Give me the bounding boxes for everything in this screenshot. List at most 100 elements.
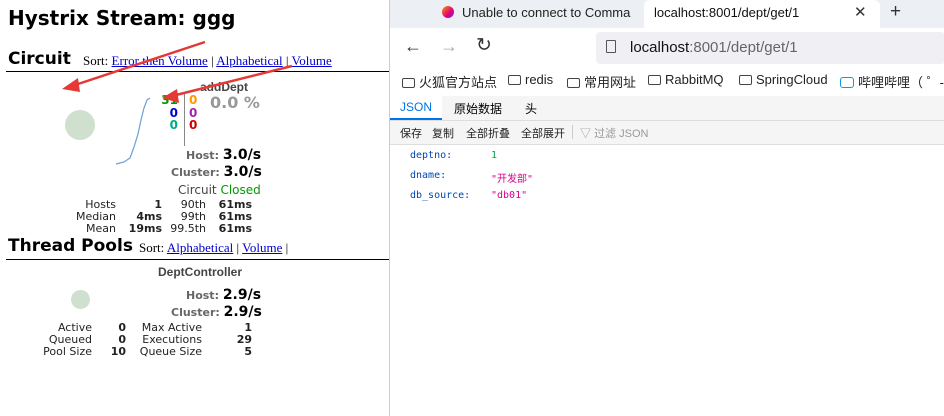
- tab-json[interactable]: JSON: [400, 100, 432, 114]
- cluster-rate: 2.9/s: [223, 304, 262, 320]
- p995-value: 61ms: [218, 222, 252, 235]
- json-key: dname:: [410, 170, 447, 181]
- mean-value: 19ms: [128, 222, 162, 235]
- bookmark-springcloud[interactable]: SpringCloud: [739, 72, 828, 87]
- bookmark-label: SpringCloud: [756, 72, 828, 87]
- url-path: :8001/dept/get/1: [689, 39, 798, 56]
- stat-labels-2: 90th 99th 99.5th: [168, 199, 206, 235]
- tab-localhost[interactable]: localhost:8001/dept/get/1 ✕: [644, 0, 880, 28]
- count-failure: 0: [189, 118, 198, 132]
- browser-window: Unable to connect to Comma localhost:800…: [389, 0, 944, 416]
- arrow-line-2: [171, 64, 293, 98]
- threadpool-sort-bar: Sort: Alphabetical | Volume |: [139, 240, 288, 256]
- tp-sort-volume-link[interactable]: Volume: [242, 240, 282, 255]
- bookmark-redis[interactable]: redis: [508, 72, 553, 87]
- plus-icon[interactable]: +: [890, 1, 901, 23]
- circuit-cluster-rate: Cluster: 3.0/s: [171, 164, 262, 180]
- host-rate: 3.0/s: [222, 147, 262, 163]
- forward-icon[interactable]: →: [440, 36, 458, 57]
- circuit-status-value: Closed: [220, 183, 261, 197]
- cluster-label: Cluster:: [171, 166, 220, 179]
- bookmark-bilibili[interactable]: 哔哩哔哩（ ゜-: [840, 72, 944, 91]
- collapse-all-button[interactable]: 全部折叠: [466, 125, 510, 141]
- toolbar-divider: [572, 125, 573, 139]
- circuit-status: Circuit Closed: [178, 183, 261, 197]
- cluster-label: Cluster:: [171, 306, 220, 319]
- tp-values-1: 0 0 10: [104, 322, 126, 358]
- json-toolbar: 保存 复制 全部折叠 全部展开 ▽ 过滤 JSON: [390, 121, 944, 145]
- count-short-circuited: 0: [169, 118, 178, 132]
- url-host: localhost: [630, 39, 690, 56]
- circuit-host-rate: Host: 3.0/s: [186, 147, 261, 163]
- folder-icon: [567, 78, 580, 88]
- poolsize-value: 10: [110, 345, 126, 358]
- json-row: deptno:: [410, 150, 452, 161]
- queuesize-value: 5: [244, 345, 252, 358]
- bookmark-common[interactable]: 常用网址: [567, 72, 636, 91]
- bookmark-firefox[interactable]: 火狐官方站点: [402, 72, 497, 91]
- expand-all-button[interactable]: 全部展开: [521, 125, 565, 141]
- reload-icon[interactable]: ↻: [476, 34, 492, 57]
- tp-values-2: 1 29 5: [222, 322, 252, 358]
- bilibili-icon: [840, 77, 854, 88]
- circuit-status-label: Circuit: [178, 183, 217, 197]
- stat-labels-1: Hosts Median Mean: [74, 199, 116, 235]
- folder-icon: [508, 75, 521, 85]
- folder-icon: [648, 75, 661, 85]
- queuesize-label: Queue Size: [139, 345, 202, 358]
- nav-bar: ← → ↻ localhost:8001/dept/get/1: [390, 28, 944, 68]
- p995-label: 99.5th: [170, 222, 206, 235]
- json-value: 1: [491, 150, 498, 161]
- host-label: Host:: [186, 149, 219, 162]
- json-value: "开发部": [491, 174, 534, 185]
- tp-host-rate: Host: 2.9/s: [186, 287, 261, 303]
- bookmark-label: redis: [525, 72, 554, 87]
- separator: |: [236, 240, 240, 255]
- tab-bar: Unable to connect to Comma localhost:800…: [390, 0, 944, 28]
- json-viewer-tabs: JSON 原始数据 头: [390, 96, 944, 121]
- tp-labels-2: Max Active Executions Queue Size: [134, 322, 202, 358]
- bookmark-label: RabbitMQ: [665, 72, 724, 87]
- firefox-icon: [442, 6, 454, 18]
- bookmark-rabbitmq[interactable]: RabbitMQ: [648, 72, 724, 87]
- arrow-head-1: [62, 78, 80, 92]
- bookmark-label: 常用网址: [584, 75, 637, 90]
- tab-title: Unable to connect to Comma: [462, 5, 631, 20]
- annotation-arrows: [62, 40, 293, 103]
- bookmark-label: 火狐官方站点: [419, 75, 498, 90]
- json-key: db_source:: [410, 190, 471, 201]
- hystrix-dashboard: Hystrix Stream: ggg Circuit Sort: Error …: [0, 0, 389, 416]
- cluster-rate: 3.0/s: [223, 164, 262, 180]
- json-row: dname:: [410, 170, 446, 181]
- bookmark-label: 哔哩哔哩（ ゜-: [858, 75, 944, 90]
- json-row: db_source:: [410, 190, 470, 201]
- url-text: localhost:8001/dept/get/1: [630, 39, 798, 56]
- separator: |: [285, 240, 289, 255]
- threadpool-divider: [6, 259, 389, 260]
- host-label: Host:: [186, 289, 219, 302]
- back-icon[interactable]: ←: [404, 36, 422, 57]
- bookmarks-bar: 火狐官方站点 redis 常用网址 RabbitMQ SpringCloud 哔…: [390, 68, 944, 95]
- arrow-line-1: [71, 40, 206, 88]
- filter-json-input[interactable]: ▽ 过滤 JSON: [580, 125, 648, 141]
- json-value: "db01": [491, 190, 528, 201]
- tp-labels-1: Active Queued Pool Size: [40, 322, 92, 358]
- tab-headers[interactable]: 头: [525, 100, 537, 117]
- poolsize-label: Pool Size: [43, 345, 92, 358]
- stat-values-2: 61ms 61ms 61ms: [212, 199, 252, 235]
- tab-unable-to-connect[interactable]: Unable to connect to Comma: [390, 0, 642, 28]
- sort-label: Sort:: [139, 240, 165, 255]
- mean-label: Mean: [86, 222, 116, 235]
- host-rate: 2.9/s: [222, 287, 262, 303]
- tab-raw-data[interactable]: 原始数据: [454, 100, 502, 117]
- url-bar[interactable]: localhost:8001/dept/get/1: [596, 32, 944, 64]
- save-button[interactable]: 保存: [400, 125, 422, 141]
- tp-cluster-rate: Cluster: 2.9/s: [171, 304, 262, 320]
- close-icon[interactable]: ✕: [854, 3, 867, 21]
- json-key: deptno:: [410, 150, 453, 161]
- copy-button[interactable]: 复制: [432, 125, 454, 141]
- tp-sort-alphabetical-link[interactable]: Alphabetical: [167, 240, 233, 255]
- folder-icon: [402, 78, 415, 88]
- threadpool-header: Thread Pools: [8, 236, 133, 256]
- filter-icon: ▽: [580, 128, 591, 140]
